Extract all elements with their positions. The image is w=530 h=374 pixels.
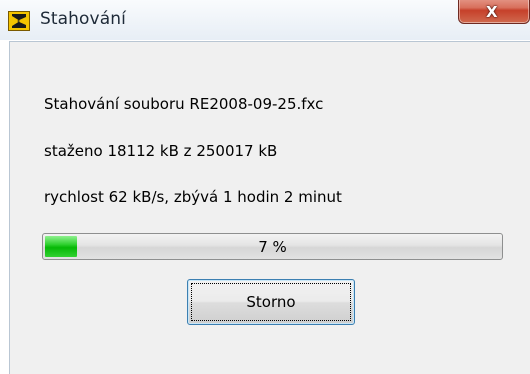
- progress-percent-label: 7 %: [258, 238, 287, 256]
- title-bar[interactable]: Stahování X: [0, 0, 530, 40]
- download-dialog-window: Stahování X Stahování souboru RE2008-09-…: [0, 0, 530, 374]
- speed-remaining-text: rychlost 62 kB/s, zbývá 1 hodin 2 minut: [44, 188, 342, 206]
- close-button[interactable]: X: [458, 0, 530, 24]
- dialog-body: Stahování souboru RE2008-09-25.fxc staže…: [9, 41, 530, 374]
- downloaded-size-text: staženo 18112 kB z 250017 kB: [44, 142, 278, 160]
- window-title: Stahování: [40, 9, 126, 29]
- cancel-button[interactable]: Storno: [187, 279, 355, 325]
- app-icon: [8, 11, 30, 31]
- download-progress-bar: 7 %: [42, 233, 503, 260]
- close-icon: X: [486, 3, 498, 21]
- cancel-button-label: Storno: [246, 293, 296, 311]
- download-filename-text: Stahování souboru RE2008-09-25.fxc: [44, 95, 324, 113]
